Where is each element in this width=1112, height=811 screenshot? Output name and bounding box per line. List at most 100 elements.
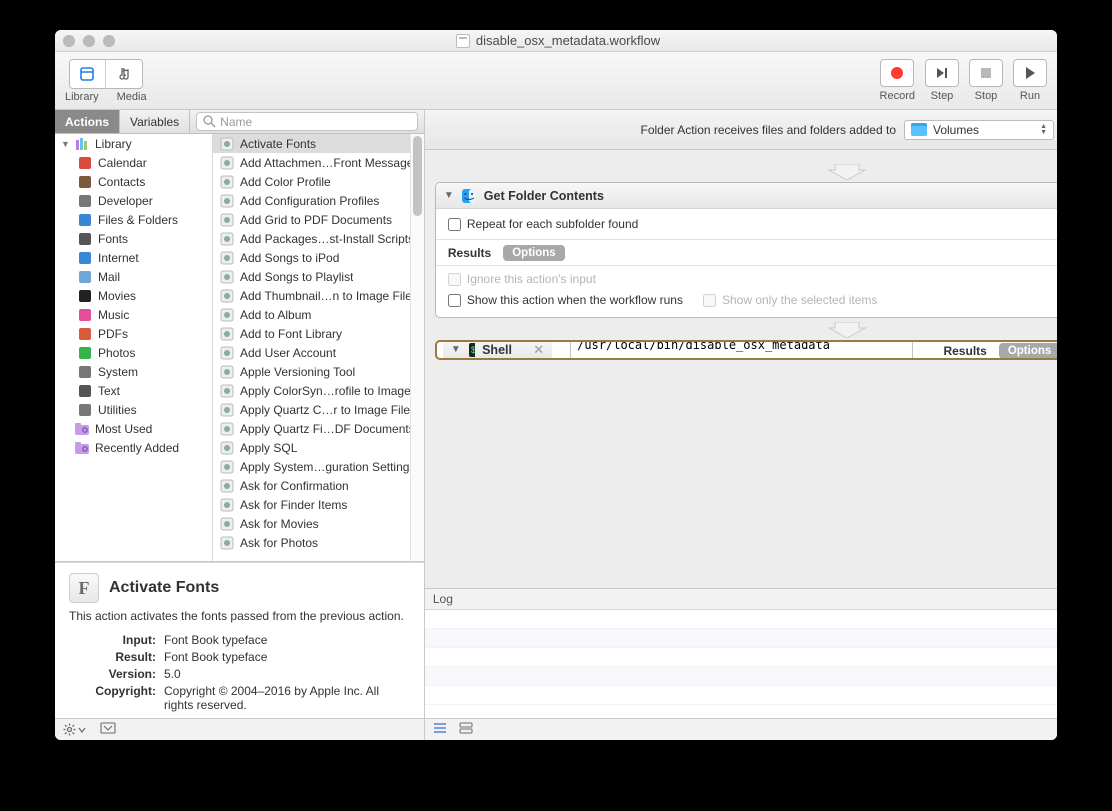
view-flow-button[interactable]: [459, 722, 473, 737]
action-item[interactable]: Apply Quartz Fi…DF Documents: [213, 419, 424, 438]
gear-icon: [63, 723, 76, 736]
category-item[interactable]: Text: [55, 381, 212, 400]
action-item[interactable]: Apply ColorSyn…rofile to Images: [213, 381, 424, 400]
step-button[interactable]: [925, 59, 959, 87]
stop-icon: [978, 65, 994, 81]
results-tab[interactable]: Results: [448, 246, 491, 260]
action-item[interactable]: Apply System…guration Settings: [213, 457, 424, 476]
action-item[interactable]: Add Color Profile: [213, 172, 424, 191]
log-row: [425, 667, 1057, 686]
action-item[interactable]: Ask for Photos: [213, 533, 424, 552]
detail-toggle-icon: [100, 722, 116, 734]
detail-result-value: Font Book typeface: [164, 650, 410, 664]
view-list-button[interactable]: [433, 722, 447, 737]
action-item[interactable]: Add Songs to Playlist: [213, 267, 424, 286]
library-toggle[interactable]: [70, 60, 106, 88]
gear-menu[interactable]: [63, 723, 86, 736]
category-item[interactable]: Developer: [55, 191, 212, 210]
tab-variables[interactable]: Variables: [120, 110, 190, 133]
search-input[interactable]: Name: [196, 112, 418, 131]
detail-description: This action activates the fonts passed f…: [69, 609, 410, 623]
shell-script-textarea[interactable]: /usr/local/bin/disable_osx_metadata: [570, 340, 913, 360]
category-item[interactable]: Utilities: [55, 400, 212, 419]
library-tabs: Actions Variables Name: [55, 110, 424, 134]
zoom-window-button[interactable]: [103, 35, 115, 47]
category-item[interactable]: Photos: [55, 343, 212, 362]
action-item[interactable]: Add to Font Library: [213, 324, 424, 343]
disclosure-triangle[interactable]: ▼: [444, 190, 454, 201]
list-view-icon: [433, 722, 447, 734]
action-item[interactable]: Ask for Confirmation: [213, 476, 424, 495]
category-smart-item[interactable]: ▶Most Used: [55, 419, 212, 438]
repeat-subfolder-checkbox[interactable]: Repeat for each subfolder found: [448, 217, 1057, 231]
action-item[interactable]: Activate Fonts: [213, 134, 424, 153]
category-library-root[interactable]: ▼Library: [55, 134, 212, 153]
media-toggle[interactable]: [106, 60, 142, 88]
action-get-folder-contents[interactable]: ▼ Get Folder Contents ✕ Repeat for each …: [435, 182, 1057, 318]
scrollbar-thumb[interactable]: [413, 136, 422, 216]
category-smart-item[interactable]: ▶Recently Added: [55, 438, 212, 457]
action-item[interactable]: Add Thumbnail…n to Image Files: [213, 286, 424, 305]
action-item[interactable]: Add Attachmen…Front Message: [213, 153, 424, 172]
stop-button[interactable]: [969, 59, 1003, 87]
receives-text: Folder Action receives files and folders…: [641, 123, 896, 137]
record-icon: [889, 65, 905, 81]
action-item[interactable]: Add User Account: [213, 343, 424, 362]
window-title-text: disable_osx_metadata.workflow: [476, 33, 660, 48]
detail-copyright-value: Copyright © 2004–2016 by Apple Inc. All …: [164, 684, 410, 712]
media-icon: [116, 66, 132, 82]
category-item[interactable]: Movies: [55, 286, 212, 305]
category-item[interactable]: Contacts: [55, 172, 212, 191]
detail-copyright-key: Copyright:: [69, 684, 164, 712]
minimize-window-button[interactable]: [83, 35, 95, 47]
receives-folder-select[interactable]: Volumes ▲▼: [904, 120, 1054, 140]
action-item[interactable]: Apple Versioning Tool: [213, 362, 424, 381]
category-item[interactable]: Mail: [55, 267, 212, 286]
detail-input-value: Font Book typeface: [164, 633, 410, 647]
chevron-down-icon: [78, 727, 86, 733]
record-button[interactable]: [880, 59, 914, 87]
remove-action-button[interactable]: ✕: [533, 342, 544, 358]
category-item[interactable]: Music: [55, 305, 212, 324]
log-row: [425, 648, 1057, 667]
options-tab[interactable]: Options: [999, 343, 1057, 359]
log-column-header[interactable]: Log: [425, 589, 1057, 609]
close-window-button[interactable]: [63, 35, 75, 47]
toggle-detail-button[interactable]: [100, 722, 116, 737]
search-icon: [203, 115, 216, 128]
action-item[interactable]: Apply SQL: [213, 438, 424, 457]
action-item[interactable]: Add Packages…st-Install Scripts: [213, 229, 424, 248]
action-item[interactable]: Add Grid to PDF Documents: [213, 210, 424, 229]
detail-version-value: 5.0: [164, 667, 410, 681]
action-run-shell-script[interactable]: ▼ $_ Run Shell Script ✕ Shell: /bin/bash…: [435, 340, 1057, 360]
category-item[interactable]: Files & Folders: [55, 210, 212, 229]
document-icon: [456, 34, 470, 48]
results-tab[interactable]: Results: [943, 344, 986, 358]
action-list-scrollbar[interactable]: [410, 134, 424, 561]
search-placeholder: Name: [220, 115, 252, 129]
library-label: Library: [65, 91, 99, 103]
disclosure-triangle[interactable]: ▼: [451, 344, 461, 355]
automator-window: disable_osx_metadata.workflow Library Me…: [55, 30, 1057, 740]
action-list[interactable]: Activate FontsAdd Attachmen…Front Messag…: [213, 134, 424, 561]
action-item[interactable]: Ask for Movies: [213, 514, 424, 533]
tab-actions[interactable]: Actions: [55, 110, 120, 133]
run-button[interactable]: [1013, 59, 1047, 87]
media-label: Media: [117, 91, 147, 103]
category-item[interactable]: PDFs: [55, 324, 212, 343]
category-item[interactable]: Fonts: [55, 229, 212, 248]
category-item[interactable]: Internet: [55, 248, 212, 267]
category-item[interactable]: Calendar: [55, 153, 212, 172]
workflow-canvas[interactable]: ▼ Get Folder Contents ✕ Repeat for each …: [425, 150, 1057, 588]
toolbar: Library Media Record Step Stop Run: [55, 52, 1057, 110]
action-item[interactable]: Ask for Finder Items: [213, 495, 424, 514]
action-item[interactable]: Add Songs to iPod: [213, 248, 424, 267]
action-item[interactable]: Apply Quartz C…r to Image Files: [213, 400, 424, 419]
category-item[interactable]: System: [55, 362, 212, 381]
show-when-runs-checkbox[interactable]: Show this action when the workflow runs: [448, 293, 683, 307]
category-list[interactable]: ▼LibraryCalendarContactsDeveloperFiles &…: [55, 134, 213, 561]
action-item[interactable]: Add to Album: [213, 305, 424, 324]
detail-result-key: Result:: [69, 650, 164, 664]
options-tab[interactable]: Options: [503, 245, 564, 261]
action-item[interactable]: Add Configuration Profiles: [213, 191, 424, 210]
